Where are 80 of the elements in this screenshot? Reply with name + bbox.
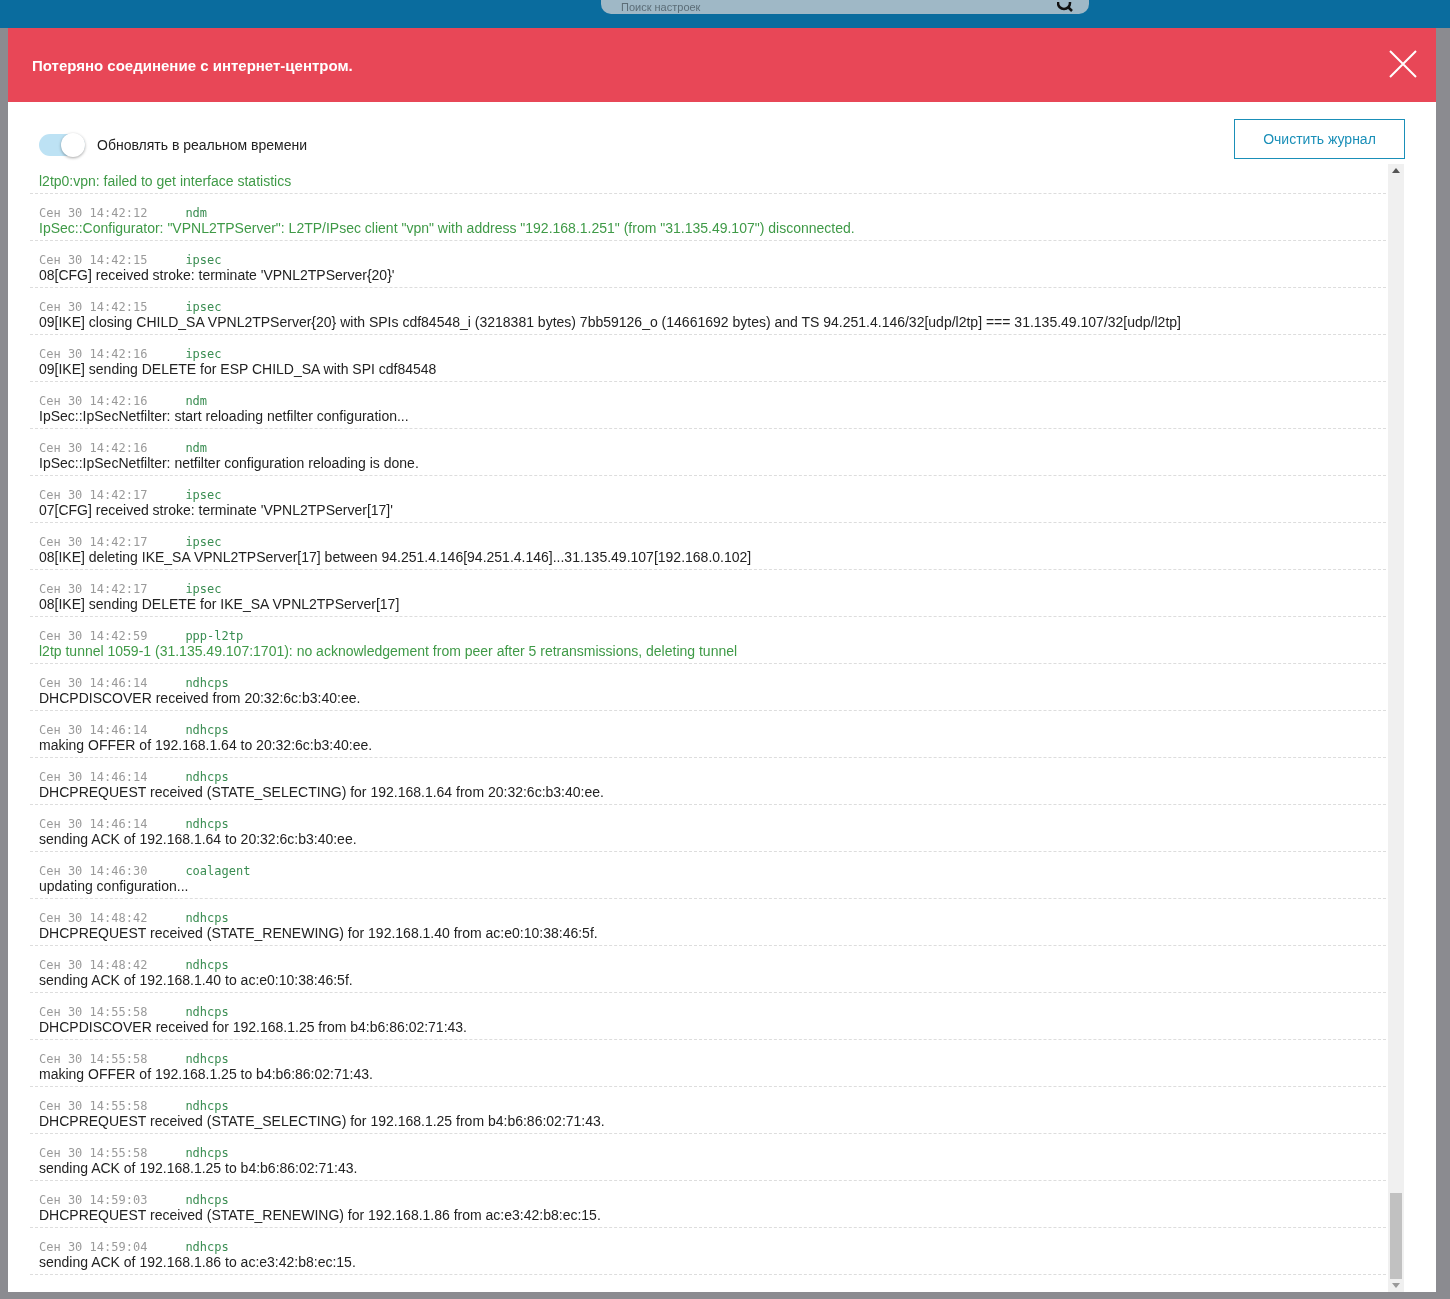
log-time: Сен 30 14:48:42 bbox=[39, 911, 148, 925]
log-message: 09[IKE] sending DELETE for ESP CHILD_SA with SPI cdf84548 bbox=[39, 361, 438, 377]
log-time: Сен 30 14:59:03 bbox=[39, 1193, 148, 1207]
log-message: l2tp tunnel 1059-1 (31.135.49.107:1701): no acknowledgement from peer after 5 retransmissions, deleting tunnel bbox=[39, 643, 739, 659]
log-message: DHCPDISCOVER received for 192.168.1.25 from b4:b6:86:02:71:43. bbox=[39, 1019, 468, 1035]
log-message: 08[IKE] sending DELETE for IKE_SA VPNL2TPServer[17] bbox=[39, 596, 401, 612]
log-time: Сен 30 14:48:42 bbox=[39, 958, 148, 972]
log-message: IpSec::IpSecNetfilter: start reloading netfilter configuration... bbox=[39, 408, 410, 424]
log-message: 07[CFG] received stroke: terminate 'VPNL2TPServer[17]' bbox=[39, 502, 394, 518]
log-message: DHCPREQUEST received (STATE_RENEWING) for 192.168.1.40 from ac:e0:10:38:46:5f. bbox=[39, 925, 599, 941]
log-message: DHCPREQUEST received (STATE_RENEWING) for 192.168.1.86 from ac:e3:42:b8:ec:15. bbox=[39, 1207, 602, 1223]
log-time: Сен 30 14:42:17 bbox=[39, 582, 148, 596]
log-time: Сен 30 14:55:58 bbox=[39, 1052, 148, 1066]
log-source: ndhcps bbox=[185, 1005, 229, 1019]
realtime-toggle[interactable] bbox=[39, 134, 85, 156]
log-time: Сен 30 14:42:16 bbox=[39, 441, 148, 455]
log-source: ndhcps bbox=[185, 676, 229, 690]
log-message: updating configuration... bbox=[39, 878, 190, 894]
search-icon bbox=[1057, 2, 1073, 12]
log-source: ndhcps bbox=[185, 1052, 229, 1066]
log-message: sending ACK of 192.168.1.25 to b4:b6:86:02:71:43. bbox=[39, 1160, 359, 1176]
log-source: ipsec bbox=[185, 253, 222, 267]
log-time: Сен 30 14:46:14 bbox=[39, 817, 148, 831]
search-field[interactable]: Поиск настроек bbox=[621, 1, 821, 13]
log-time: Сен 30 14:42:16 bbox=[39, 394, 148, 408]
log-message: DHCPDISCOVER received from 20:32:6c:b3:40:ee. bbox=[39, 690, 362, 706]
log-source: ndhcps bbox=[185, 1146, 229, 1160]
log-message: making OFFER of 192.168.1.64 to 20:32:6c:b3:40:ee. bbox=[39, 737, 374, 753]
log-time: Сен 30 14:42:15 bbox=[39, 253, 148, 267]
log-time: Сен 30 14:46:14 bbox=[39, 676, 148, 690]
log-source: ipsec bbox=[185, 535, 222, 549]
log-message: 08[CFG] received stroke: terminate 'VPNL2TPServer{20}' bbox=[39, 267, 396, 283]
log-message: sending ACK of 192.168.1.40 to ac:e0:10:38:46:5f. bbox=[39, 972, 354, 988]
log-source: ipsec bbox=[185, 300, 222, 314]
banner-title: Потеряно соединение с интернет-центром. bbox=[32, 56, 353, 74]
log-source: ndm bbox=[185, 394, 208, 408]
log-time: Сен 30 14:59:04 bbox=[39, 1240, 148, 1254]
log-message: 09[IKE] closing CHILD_SA VPNL2TPServer{20} with SPIs cdf84548_i (3218381 bytes) 7bb59126_o (14661692 bytes) and TS 94.251.4.146/32[udp/l2tp] === 31.135.49.107/32[udp/l2tp] bbox=[39, 314, 1182, 330]
log-source: ipsec bbox=[185, 488, 222, 502]
log-message: l2tp0:vpn: failed to get interface statistics bbox=[39, 173, 293, 189]
log-time: Сен 30 14:46:30 bbox=[39, 864, 148, 878]
log-source: ndhcps bbox=[185, 1193, 229, 1207]
log-message: DHCPREQUEST received (STATE_SELECTING) for 192.168.1.64 from 20:32:6c:b3:40:ee. bbox=[39, 784, 605, 800]
log-source: ipsec bbox=[185, 347, 222, 361]
log-source: ndhcps bbox=[185, 1099, 229, 1113]
log-time: Сен 30 14:46:14 bbox=[39, 770, 148, 784]
log-time: Сен 30 14:42:16 bbox=[39, 347, 148, 361]
scroll-down-icon bbox=[1392, 1283, 1400, 1288]
log-source: ndhcps bbox=[185, 958, 229, 972]
search-bar[interactable]: Поиск настроек bbox=[601, 0, 1089, 14]
log-source: ipsec bbox=[185, 582, 222, 596]
log-time: Сен 30 14:55:58 bbox=[39, 1005, 148, 1019]
log-message: making OFFER of 192.168.1.25 to b4:b6:86:02:71:43. bbox=[39, 1066, 374, 1082]
scrollbar-thumb[interactable] bbox=[1390, 1193, 1402, 1279]
log-source: ndhcps bbox=[185, 817, 229, 831]
log-message: IpSec::IpSecNetfilter: netfilter configuration reloading is done. bbox=[39, 455, 420, 471]
log-time: Сен 30 14:42:17 bbox=[39, 535, 148, 549]
log-time: Сен 30 14:42:12 bbox=[39, 206, 148, 220]
log-source: ndhcps bbox=[185, 770, 229, 784]
log-source: ndhcps bbox=[185, 911, 229, 925]
log-message: IpSec::Configurator: "VPNL2TPServer": L2TP/IPsec client "vpn" with address "192.168.1.251" (from "31.135.49.107") disconnected. bbox=[39, 220, 856, 236]
log-time: Сен 30 14:46:14 bbox=[39, 723, 148, 737]
log-source: ppp-l2tp bbox=[185, 629, 244, 643]
log-time: Сен 30 14:55:58 bbox=[39, 1146, 148, 1160]
log-message: 08[IKE] deleting IKE_SA VPNL2TPServer[17] between 94.251.4.146[94.251.4.146]...31.135.49.107[192.168.0.102] bbox=[39, 549, 753, 565]
log-time: Сен 30 14:42:15 bbox=[39, 300, 148, 314]
log-message: sending ACK of 192.168.1.86 to ac:e3:42:b8:ec:15. bbox=[39, 1254, 357, 1270]
log-message: sending ACK of 192.168.1.64 to 20:32:6c:b3:40:ee. bbox=[39, 831, 358, 847]
log-source: coalagent bbox=[185, 864, 251, 878]
log-time: Сен 30 14:42:17 bbox=[39, 488, 148, 502]
clear-log-button[interactable]: Очистить журнал bbox=[1234, 119, 1405, 159]
log-message: DHCPREQUEST received (STATE_SELECTING) for 192.168.1.25 from b4:b6:86:02:71:43. bbox=[39, 1113, 606, 1129]
log-source: ndm bbox=[185, 441, 208, 455]
log-source: ndhcps bbox=[185, 723, 229, 737]
toggle-label: Обновлять в реальном времени bbox=[97, 137, 308, 153]
log-source: ndm bbox=[185, 206, 208, 220]
log-source: ndhcps bbox=[185, 1240, 229, 1254]
log-time: Сен 30 14:55:58 bbox=[39, 1099, 148, 1113]
scroll-up-icon bbox=[1392, 168, 1400, 173]
log-time: Сен 30 14:42:59 bbox=[39, 629, 148, 643]
